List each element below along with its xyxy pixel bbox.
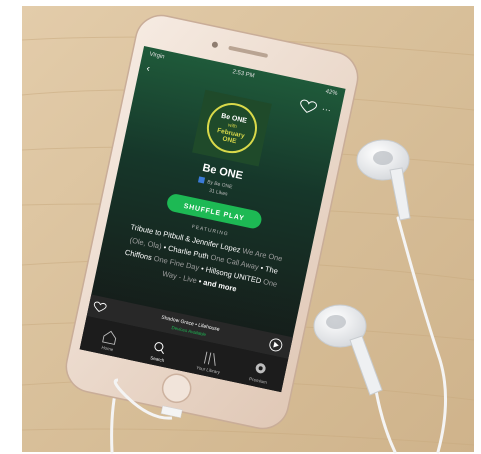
owner-avatar [197, 176, 206, 184]
photo-scene: Virgin 2:53 PM 42% ‹ ··· Be ONE with Feb… [21, 6, 475, 454]
